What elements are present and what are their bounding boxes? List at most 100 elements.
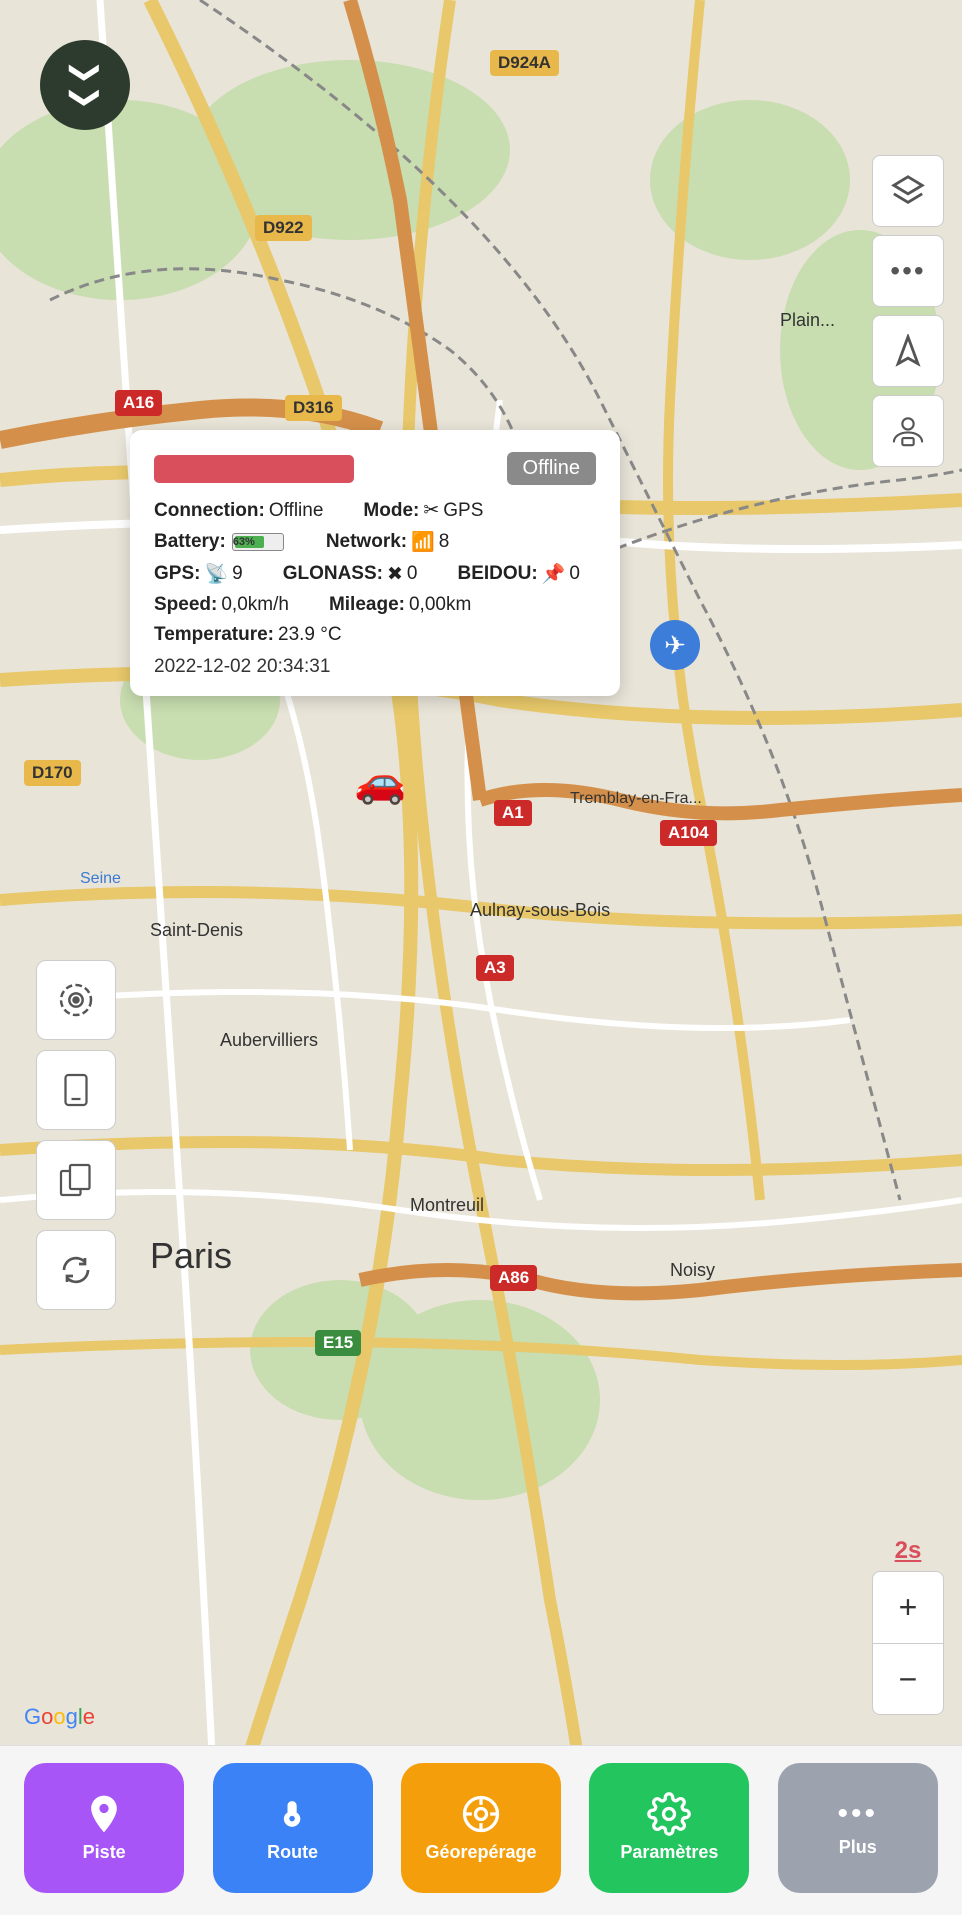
place-montreuil: Montreuil [410, 1195, 484, 1216]
streetview-icon [891, 414, 925, 448]
road-badge-a16: A16 [115, 390, 162, 416]
popup-header: Offline [154, 452, 596, 485]
zoom-out-button[interactable]: − [872, 1643, 944, 1715]
layers-icon [891, 174, 925, 208]
glonass-icon: ✖ [387, 563, 403, 586]
beidou-value: 0 [569, 563, 580, 585]
popup-row-speed: Speed: 0,0km/h Mileage: 0,00km [154, 594, 596, 616]
road-badge-a1: A1 [494, 800, 532, 826]
mileage-value: 0,00km [409, 594, 471, 616]
battery-percent: 63% [233, 536, 283, 548]
road-badge-e15: E15 [315, 1330, 361, 1356]
nav-route[interactable]: Route [213, 1763, 373, 1893]
google-o1: o [41, 1704, 53, 1729]
geofence-icon [56, 980, 96, 1020]
nav-plus[interactable]: ••• Plus [778, 1763, 938, 1893]
popup-row-temperature: Temperature: 23.9 °C [154, 624, 596, 646]
temperature-value: 23.9 °C [278, 624, 342, 646]
offline-badge: Offline [507, 452, 596, 485]
connection-value: Offline [269, 500, 324, 522]
gps-sat-icon: 📡 [204, 562, 228, 586]
nav-geo[interactable]: Géorepérage [401, 1763, 561, 1893]
network-label: Network: [326, 531, 407, 553]
popup-row-gps: GPS: 📡 9 GLONASS: ✖ 0 BEIDOU: 📌 0 [154, 562, 596, 586]
nav-params-label: Paramètres [620, 1842, 718, 1863]
navigation-icon [891, 334, 925, 368]
refresh-button[interactable] [36, 1230, 116, 1310]
road-badge-d924a: D924A [490, 50, 559, 76]
gps-label: GPS: [154, 563, 200, 585]
road-badge-d316: D316 [285, 395, 342, 421]
glonass-value: 0 [407, 563, 418, 585]
place-noisy: Noisy [670, 1260, 715, 1281]
place-aulnay: Aulnay-sous-Bois [470, 900, 610, 921]
nav-piste[interactable]: Piste [24, 1763, 184, 1893]
road-badge-d922: D922 [255, 215, 312, 241]
interval-label: 2s [895, 1537, 922, 1565]
my-location-button[interactable] [872, 315, 944, 387]
network-value: 8 [439, 531, 450, 553]
google-g1: G [24, 1704, 41, 1729]
google-g2: g [66, 1704, 78, 1729]
zoom-in-button[interactable]: + [872, 1571, 944, 1643]
right-controls: ••• [872, 155, 944, 467]
more-icon: ••• [890, 255, 925, 287]
plus-dots-icon: ••• [837, 1797, 878, 1831]
place-aubervilliers: Aubervilliers [220, 1030, 318, 1051]
beidou-label: BEIDOU: [457, 563, 537, 585]
wifi-icon: 📶 [411, 530, 435, 554]
screenshot-button[interactable] [36, 1140, 116, 1220]
left-controls [36, 960, 116, 1310]
place-seine: Seine [80, 870, 121, 888]
refresh-icon [58, 1252, 94, 1288]
nav-piste-label: Piste [83, 1842, 126, 1863]
temperature-label: Temperature: [154, 624, 274, 646]
car-marker: 🚗 [354, 758, 406, 807]
nav-params[interactable]: Paramètres [589, 1763, 749, 1893]
road-badge-d170: D170 [24, 760, 81, 786]
road-badge-a3: A3 [476, 955, 514, 981]
route-icon [271, 1792, 315, 1836]
battery-label: Battery: [154, 531, 226, 553]
info-popup: Offline Connection: Offline Mode: ✂ GPS … [130, 430, 620, 696]
mode-icon: ✂ [423, 499, 439, 522]
beidou-icon: 📌 [542, 562, 566, 586]
road-badge-a86: A86 [490, 1265, 537, 1291]
nav-geo-label: Géorepérage [425, 1842, 536, 1863]
geo-icon [459, 1792, 503, 1836]
more-options-button[interactable]: ••• [872, 235, 944, 307]
popup-timestamp: 2022-12-02 20:34:31 [154, 656, 596, 678]
params-icon [647, 1792, 691, 1836]
glonass-label: GLONASS: [283, 563, 383, 585]
speed-label: Speed: [154, 594, 217, 616]
place-plain: Plain... [780, 310, 835, 331]
layers-button[interactable] [872, 155, 944, 227]
airport-marker: ✈ [650, 620, 700, 670]
popup-row-connection: Connection: Offline Mode: ✂ GPS [154, 499, 596, 522]
popup-row-battery: Battery: 63% Network: 📶 8 [154, 530, 596, 554]
place-saint-denis: Saint-Denis [150, 920, 243, 941]
road-badge-a104: A104 [660, 820, 717, 846]
zoom-area: 2s + − [872, 1537, 944, 1715]
mode-value: GPS [443, 500, 483, 522]
google-e: e [83, 1704, 95, 1729]
connection-label: Connection: [154, 500, 265, 522]
mileage-label: Mileage: [329, 594, 405, 616]
bottom-nav: Piste Route Géorepérage Paramètres ••• P… [0, 1745, 962, 1915]
battery-indicator: 63% [232, 533, 284, 551]
google-o2: o [53, 1704, 65, 1729]
streetview-button[interactable] [872, 395, 944, 467]
popup-title-redacted [154, 455, 354, 483]
place-paris: Paris [150, 1235, 232, 1277]
geofence-button[interactable] [36, 960, 116, 1040]
piste-icon [82, 1792, 126, 1836]
gps-value: 9 [232, 563, 243, 585]
map: D924A D922 D316 A16 A1 A104 A3 A86 E15 D… [0, 0, 962, 1915]
phone-button[interactable] [36, 1050, 116, 1130]
place-tremblay: Tremblay-en-Fra... [570, 790, 702, 808]
copy-icon [58, 1162, 94, 1198]
phone-icon [58, 1072, 94, 1108]
google-logo: Google [24, 1704, 95, 1730]
collapse-button[interactable]: ❯❯ [40, 40, 130, 130]
nav-plus-label: Plus [839, 1837, 877, 1858]
